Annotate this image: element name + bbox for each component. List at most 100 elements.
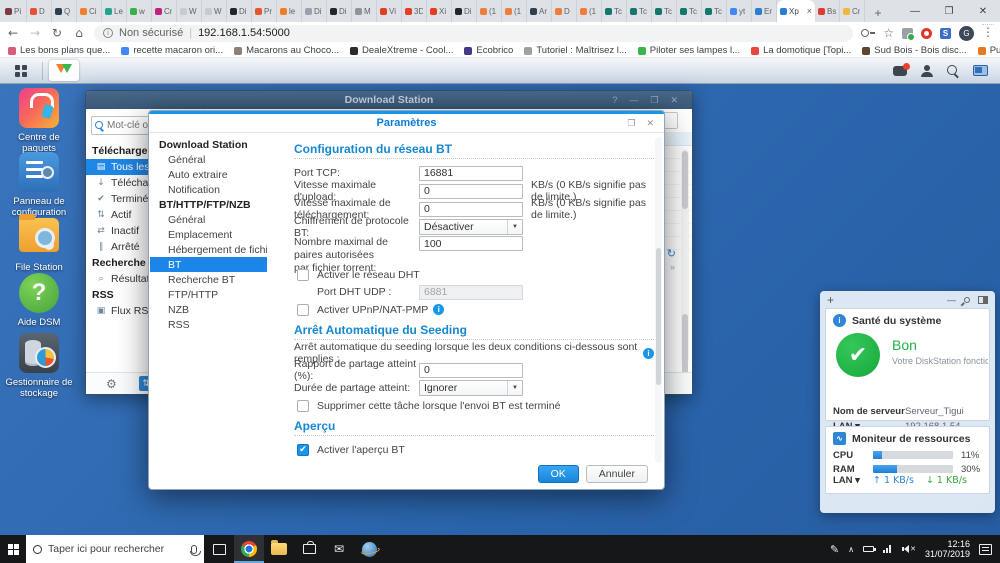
tcp-port-input[interactable] [419, 166, 523, 181]
dsm-main-menu-button[interactable] [6, 60, 36, 81]
browser-tab[interactable]: Di [227, 0, 252, 22]
dialog-nav-item[interactable]: RSS [150, 317, 267, 332]
taskbar-explorer-button[interactable] [264, 535, 294, 563]
task-view-button[interactable] [204, 535, 234, 563]
browser-tab[interactable]: Tc [702, 0, 727, 22]
bookmark-item[interactable]: Tutoriel : Maîtrisez l... [524, 45, 626, 56]
s-extension-icon[interactable]: S [940, 28, 951, 39]
maximize-button[interactable]: ❒ [650, 95, 658, 106]
browser-tab[interactable]: Xp × [777, 0, 815, 22]
dialog-nav-item[interactable]: NZB [150, 302, 267, 317]
browser-tab[interactable]: Le [102, 0, 127, 22]
taskbar-chrome-button[interactable] [234, 535, 264, 563]
dialog-nav-item[interactable]: BT/HTTP/FTP/NZB [150, 197, 267, 212]
taskbar-store-button[interactable] [294, 535, 324, 563]
notifications-icon[interactable] [893, 66, 907, 76]
bookmark-item[interactable]: Piloter ses lampes l... [638, 45, 740, 56]
taskbar-app-button[interactable] [354, 535, 384, 563]
browser-tab[interactable]: w [127, 0, 152, 22]
add-widget-button[interactable]: + [827, 293, 834, 307]
close-button[interactable]: ✕ [670, 95, 678, 106]
pin-icon[interactable] [963, 295, 971, 303]
max-download-input[interactable] [419, 202, 523, 217]
bookmark-item[interactable]: DealeXtreme - Cool... [350, 45, 453, 56]
windows-ink-icon[interactable]: ✎ [830, 543, 839, 556]
window-minimize-button[interactable]: — [898, 0, 932, 22]
lan-label[interactable]: LAN ▾ [833, 475, 873, 486]
info-icon[interactable]: i [433, 304, 444, 315]
user-menu-icon[interactable] [921, 65, 933, 77]
browser-tab[interactable]: Tc [652, 0, 677, 22]
browser-tab[interactable]: Cr [152, 0, 177, 22]
forward-button[interactable]: → [28, 26, 42, 40]
settings-gear-icon[interactable]: ⚙ [106, 377, 117, 391]
browser-tab[interactable]: 3D [402, 0, 427, 22]
encryption-select[interactable]: Désactiver ▼ [419, 219, 523, 235]
enable-bt-preview-checkbox[interactable]: ✔ [297, 444, 309, 456]
dialog-nav-item[interactable]: Hébergement de fichiers [150, 242, 267, 257]
max-peers-input[interactable] [419, 236, 523, 251]
dialog-nav-item[interactable]: Emplacement [150, 227, 267, 242]
tab-close-icon[interactable]: × [807, 6, 812, 16]
health-row-label[interactable]: Nom de serveur [833, 406, 905, 417]
bookmark-item[interactable]: Puma Baskets bass... [978, 45, 1000, 56]
taskbar-mail-button[interactable]: ✉ [324, 535, 354, 563]
enable-upnp-checkbox[interactable] [297, 304, 309, 316]
profile-avatar[interactable]: G [959, 26, 974, 41]
widgets-minimize-button[interactable]: — [947, 295, 956, 305]
browser-tab[interactable]: (1 [477, 0, 502, 22]
help-button[interactable]: ? [612, 95, 617, 106]
dialog-nav-item[interactable]: Général [150, 212, 267, 227]
browser-tab[interactable]: Q [52, 0, 77, 22]
max-upload-input[interactable] [419, 184, 523, 199]
browser-tab[interactable]: Vi [377, 0, 402, 22]
browser-tab[interactable]: D [552, 0, 577, 22]
window-restore-button[interactable]: ❐ [932, 0, 966, 22]
browser-menu-icon[interactable]: ⋮ [982, 24, 994, 39]
info-icon[interactable]: i [643, 348, 654, 359]
download-station-titlebar[interactable]: Download Station ? — ❒ ✕ [86, 91, 692, 109]
dialog-close-button[interactable]: ✕ [646, 118, 654, 129]
browser-tab[interactable]: yt [727, 0, 752, 22]
home-button[interactable]: ⌂ [72, 26, 86, 40]
browser-tab[interactable]: W [202, 0, 227, 22]
browser-tab[interactable]: Tc [627, 0, 652, 22]
new-tab-button[interactable]: + [869, 4, 887, 22]
browser-tab[interactable]: Di [302, 0, 327, 22]
bookmark-item[interactable]: Macarons au Choco... [234, 45, 339, 56]
ok-button[interactable]: OK [538, 465, 579, 483]
dialog-titlebar[interactable]: Paramètres ❒ ✕ [149, 114, 664, 133]
refresh-icon[interactable]: ↻ [667, 247, 676, 260]
scrollbar[interactable] [681, 149, 689, 364]
browser-tab[interactable]: Tc [602, 0, 627, 22]
dsm-taskbar-download-station-button[interactable] [49, 60, 79, 81]
dialog-scrollbar[interactable] [655, 137, 662, 463]
battery-icon[interactable] [863, 546, 874, 552]
dialog-nav-item[interactable]: Général [150, 152, 267, 167]
browser-tab[interactable]: (1 [502, 0, 527, 22]
back-button[interactable]: ← [6, 26, 20, 40]
remove-task-checkbox[interactable] [297, 400, 309, 412]
desktop-icon-control-panel[interactable]: Panneau de configuration [1, 152, 77, 219]
dialog-maximize-button[interactable]: ❒ [627, 118, 635, 129]
minimize-button[interactable]: — [629, 95, 638, 106]
bookmark-item[interactable]: La domotique [Topi... [751, 45, 851, 56]
browser-tab[interactable]: (1 [577, 0, 602, 22]
widgets-panel-icon[interactable] [973, 65, 988, 76]
browser-tab[interactable]: Ci [77, 0, 102, 22]
window-close-button[interactable]: ✕ [966, 0, 1000, 22]
reload-button[interactable]: ↻ [50, 26, 64, 40]
browser-tab[interactable]: Di [327, 0, 352, 22]
more-icon[interactable]: » [670, 262, 675, 272]
dialog-nav-item[interactable]: Notification [150, 182, 267, 197]
dialog-nav-item[interactable]: BT [150, 257, 267, 272]
desktop-icon-storage-manager[interactable]: Gestionnaire de stockage [1, 333, 77, 400]
dialog-nav-item[interactable]: Auto extraire [150, 167, 267, 182]
desktop-icon-file-station[interactable]: File Station [1, 214, 77, 273]
site-info-icon[interactable]: i [103, 28, 113, 38]
tray-expand-icon[interactable]: ∧ [848, 545, 854, 554]
browser-tab[interactable]: Pr [252, 0, 277, 22]
browser-tab[interactable]: Di [452, 0, 477, 22]
browser-tab[interactable]: D [27, 0, 52, 22]
password-key-icon[interactable] [861, 29, 875, 37]
